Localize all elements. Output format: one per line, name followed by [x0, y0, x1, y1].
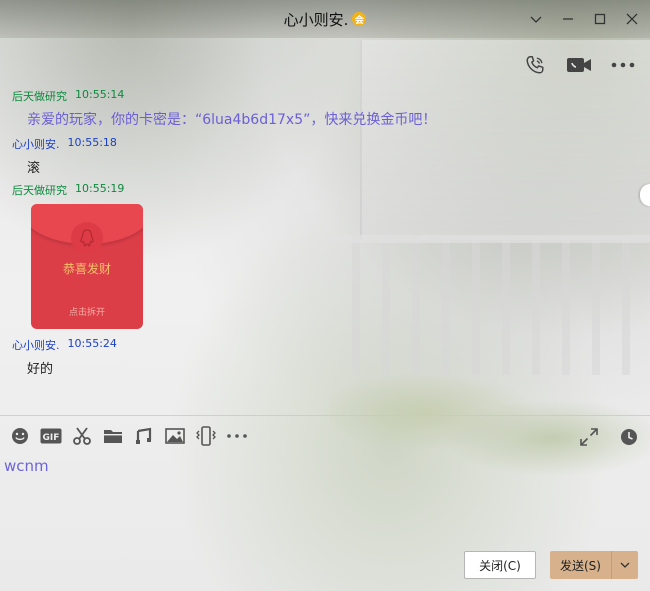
- gif-icon[interactable]: GIF: [40, 425, 62, 447]
- message-time: 10:55:24: [67, 337, 117, 350]
- message-text: 滚: [27, 161, 41, 176]
- call-bar: [522, 52, 636, 78]
- minimize-icon[interactable]: [558, 9, 578, 29]
- message-text: 好的: [27, 362, 54, 377]
- message-meta: 后天做研究 10:55:14: [12, 88, 436, 104]
- red-packet-title: 恭喜发财: [62, 262, 111, 276]
- message-list[interactable]: 后天做研究 10:55:14 亲爱的玩家，你的卡密是：“6lua4b6d17x5…: [0, 84, 650, 414]
- chevron-down-icon: [620, 562, 630, 568]
- message-input-area: wcnm: [4, 456, 644, 541]
- title-bar[interactable]: 心小则安. 会: [0, 0, 650, 38]
- message-meta: 后天做研究 10:55:19: [12, 182, 143, 198]
- close-icon[interactable]: [622, 9, 642, 29]
- send-button-group: 发送(S): [550, 551, 638, 579]
- message-item: 后天做研究 10:55:14 亲爱的玩家，你的卡密是：“6lua4b6d17x5…: [12, 88, 436, 129]
- message-time: 10:55:14: [75, 88, 125, 101]
- vip-badge-icon: 会: [352, 12, 367, 26]
- message-time: 10:55:19: [75, 182, 125, 195]
- message-time: 10:55:18: [67, 136, 117, 149]
- title-wrap: 心小则安. 会: [284, 9, 367, 30]
- message-meta: 心小则安. 10:55:18: [12, 136, 117, 152]
- expand-icon[interactable]: [578, 426, 600, 448]
- window-controls: [526, 9, 642, 29]
- emoji-icon[interactable]: [9, 425, 31, 447]
- more-icon[interactable]: [226, 425, 248, 447]
- close-button[interactable]: 关闭(C): [464, 551, 536, 579]
- window-title: 心小则安.: [283, 10, 349, 29]
- message-item: 心小则安. 10:55:24 好的: [12, 337, 117, 377]
- message-item: 后天做研究 10:55:19 恭喜发财 点击拆开: [12, 182, 143, 329]
- toolbar-right: [578, 426, 640, 448]
- maximize-icon[interactable]: [590, 9, 610, 29]
- folder-icon[interactable]: [102, 425, 124, 447]
- sender-name[interactable]: 后天做研究: [12, 182, 67, 198]
- message-item: 心小则安. 10:55:18 滚: [12, 136, 117, 176]
- image-icon[interactable]: [164, 425, 186, 447]
- message-text: 亲爱的玩家，你的卡密是：“6lua4b6d17x5”，快来兑换金币吧！: [27, 112, 437, 128]
- shake-icon[interactable]: [195, 425, 217, 447]
- red-packet-open[interactable]: 点击拆开: [31, 305, 143, 318]
- video-icon[interactable]: [566, 52, 592, 78]
- more-icon[interactable]: [610, 52, 636, 78]
- gif-label: GIF: [43, 433, 60, 443]
- phone-icon[interactable]: [522, 52, 548, 78]
- send-button[interactable]: 发送(S): [550, 551, 611, 579]
- sender-name[interactable]: 心小则安.: [12, 337, 60, 353]
- sender-name[interactable]: 心小则安.: [12, 136, 60, 152]
- clock-icon[interactable]: [618, 426, 640, 448]
- penguin-icon: [71, 222, 103, 254]
- chevron-down-icon[interactable]: [526, 9, 546, 29]
- red-packet[interactable]: 恭喜发财 点击拆开: [31, 204, 143, 329]
- message-input[interactable]: wcnm: [4, 456, 644, 541]
- send-options-button[interactable]: [611, 551, 638, 579]
- input-toolbar: GIF: [0, 415, 650, 455]
- sender-name[interactable]: 后天做研究: [12, 88, 67, 104]
- music-icon[interactable]: [133, 425, 155, 447]
- message-meta: 心小则安. 10:55:24: [12, 337, 117, 353]
- scissors-icon[interactable]: [71, 425, 93, 447]
